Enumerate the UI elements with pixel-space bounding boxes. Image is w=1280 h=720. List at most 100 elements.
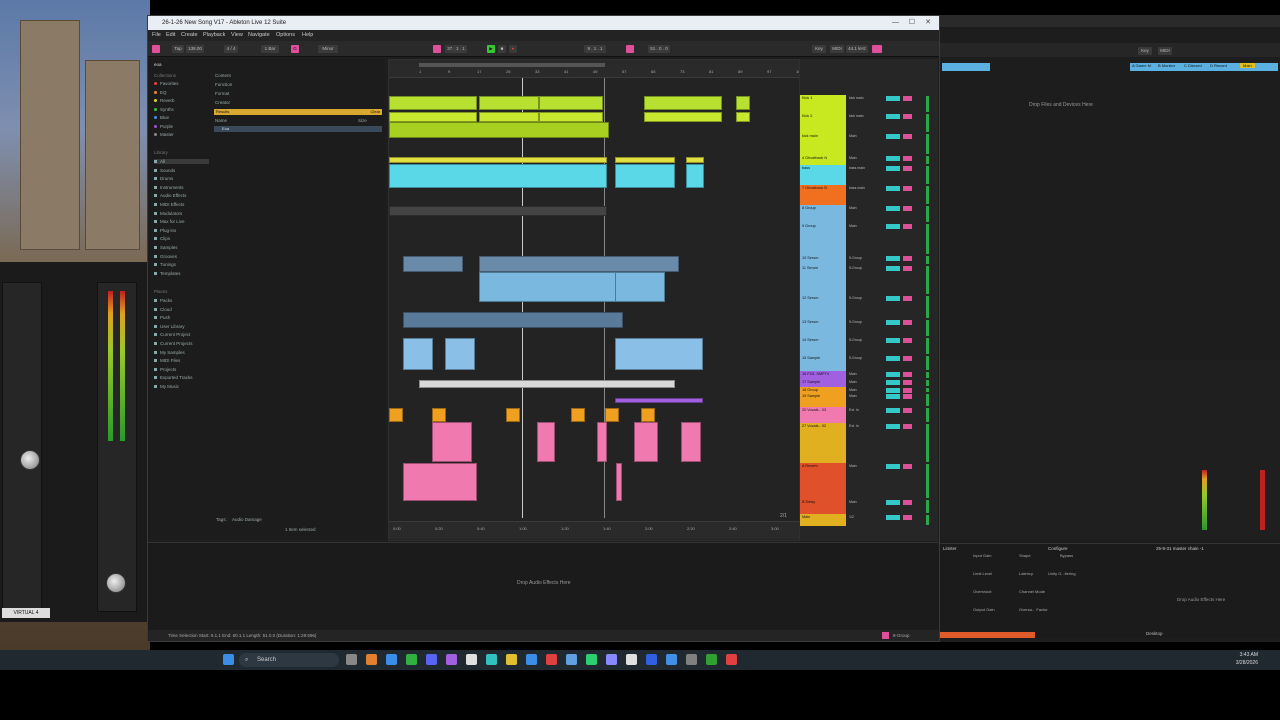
volume-field[interactable] <box>886 464 900 469</box>
track-header[interactable]: Kick 2 kick main <box>800 113 938 133</box>
track-header[interactable]: 9 Group Main <box>800 223 938 255</box>
track-activator-button[interactable] <box>903 134 912 139</box>
taskbar-app-icon[interactable] <box>526 654 537 665</box>
volume-field[interactable] <box>886 134 900 139</box>
collection-item[interactable]: Reverb <box>154 98 175 103</box>
clip[interactable] <box>389 164 607 188</box>
track-routing[interactable]: kick main <box>849 96 881 100</box>
track-name[interactable]: A Reverb <box>800 463 846 499</box>
track-header[interactable]: 7 Ghosthack Bbass main <box>800 185 938 205</box>
arrangement-position-icon[interactable] <box>433 45 441 53</box>
loop-start-field[interactable]: 9 . 1 . 1 <box>584 45 606 53</box>
track-header[interactable]: 15 Sample 9-Group <box>800 355 938 371</box>
track-routing[interactable]: kick main <box>849 114 881 118</box>
track-header[interactable]: Kick 1 kick main <box>800 95 938 113</box>
track-activator-button[interactable] <box>903 424 912 429</box>
track-name[interactable]: 17 Sample <box>800 379 846 387</box>
clip[interactable] <box>389 157 607 163</box>
track-name[interactable]: 10 Serum <box>800 255 846 265</box>
volume-field[interactable] <box>886 186 900 191</box>
track-name[interactable]: B Delay <box>800 499 846 514</box>
send-d[interactable]: D Record <box>1210 63 1227 68</box>
record-track-header[interactable] <box>942 63 990 71</box>
track-name[interactable]: Kick 2 <box>800 113 846 133</box>
clip[interactable] <box>479 272 629 302</box>
taskbar-app-icon[interactable] <box>646 654 657 665</box>
track-activator-button[interactable] <box>903 394 912 399</box>
library-item[interactable]: Clips <box>154 236 170 241</box>
clip[interactable] <box>571 408 585 422</box>
volume-field[interactable] <box>886 114 900 119</box>
library-item[interactable]: Templates <box>154 271 181 276</box>
library-item[interactable]: Sounds <box>154 168 175 173</box>
track-routing[interactable]: Ext. In <box>849 424 881 428</box>
volume-field[interactable] <box>886 356 900 361</box>
track-routing[interactable]: bass main <box>849 166 881 170</box>
places-item[interactable]: Projects <box>154 367 176 372</box>
clip[interactable] <box>479 256 679 272</box>
track-name[interactable]: 15 Sample <box>800 355 846 371</box>
track-activator-button[interactable] <box>903 166 912 171</box>
clip[interactable] <box>615 164 675 188</box>
taskbar-app-icon[interactable] <box>566 654 577 665</box>
track-routing[interactable]: Ext. In <box>849 408 881 412</box>
track-routing[interactable]: Main <box>849 206 881 210</box>
track-name[interactable]: 13 Serum <box>800 319 846 337</box>
track-routing[interactable]: Main <box>849 394 881 398</box>
clip[interactable] <box>403 338 433 370</box>
volume-field[interactable] <box>886 408 900 413</box>
track-header[interactable]: 17 Sample Main <box>800 379 938 387</box>
clip[interactable] <box>506 408 520 422</box>
volume-field[interactable] <box>886 96 900 101</box>
clip[interactable] <box>644 112 722 122</box>
clip[interactable] <box>479 112 539 122</box>
track-activator-button[interactable] <box>903 224 912 229</box>
track-activator-button[interactable] <box>903 206 912 211</box>
clip[interactable] <box>686 157 704 163</box>
places-item[interactable]: Current Projects <box>154 341 193 346</box>
library-item[interactable]: Plug-ins <box>154 228 176 233</box>
clip[interactable] <box>389 112 477 122</box>
track-routing[interactable]: 9-Group <box>849 256 881 260</box>
taskbar-search-input[interactable]: ⌕ Search <box>239 653 339 667</box>
collection-item[interactable]: Master <box>154 132 174 137</box>
track-name[interactable]: Kick 1 <box>800 95 846 113</box>
volume-field[interactable] <box>886 296 900 301</box>
filter-content[interactable]: Content <box>215 73 231 78</box>
menu-help[interactable]: Help <box>302 32 313 38</box>
filter-function[interactable]: Function <box>215 82 232 87</box>
track-name[interactable]: 19 Sample <box>800 393 846 407</box>
track-routing[interactable]: 9-Group <box>849 266 881 270</box>
result-row[interactable]: Eoa <box>214 126 382 132</box>
library-item[interactable]: MIDI Effects <box>154 202 184 207</box>
clip[interactable] <box>479 96 539 110</box>
clip[interactable] <box>432 408 446 422</box>
taskbar-app-icon[interactable] <box>406 654 417 665</box>
tempo-field[interactable]: 138.00 <box>186 45 204 53</box>
clip[interactable] <box>389 206 607 216</box>
beat-ruler[interactable]: 191725334149576573818997105 <box>389 60 799 78</box>
track-header[interactable]: 19 Sample Main <box>800 393 938 407</box>
volume-field[interactable] <box>886 156 900 161</box>
volume-field[interactable] <box>886 266 900 271</box>
clip[interactable] <box>644 96 722 110</box>
library-item[interactable]: Audio Effects <box>154 193 186 198</box>
taskbar-app-icon[interactable] <box>386 654 397 665</box>
name-column-header[interactable]: Name <box>215 118 227 123</box>
time-ruler[interactable]: 0:00 0:20 0:40 1:00 1:20 1:40 2:00 2:20 2:40 3:00… <box>389 513 799 539</box>
track-name[interactable]: 12 Serum <box>800 295 846 319</box>
track-routing[interactable]: 9-Group <box>849 296 881 300</box>
track-activator-button[interactable] <box>903 500 912 505</box>
clip[interactable] <box>615 398 703 403</box>
clock-date[interactable]: 3/28/2026 <box>1236 660 1258 666</box>
send-c[interactable]: C Discord <box>1184 63 1202 68</box>
track-header[interactable]: kick main Main <box>800 133 938 155</box>
track-header[interactable]: 14 Serum 9-Group <box>800 337 938 355</box>
collection-item[interactable]: Favorites <box>154 81 179 86</box>
places-item[interactable]: My Samples <box>154 350 185 355</box>
clip[interactable] <box>597 422 607 462</box>
main-send[interactable]: Main <box>1240 63 1255 68</box>
track-name[interactable]: 9 Group <box>800 223 846 255</box>
library-item[interactable]: Max for Live <box>154 219 185 224</box>
track-name[interactable]: 16 FX3. SMPTV <box>800 371 846 379</box>
